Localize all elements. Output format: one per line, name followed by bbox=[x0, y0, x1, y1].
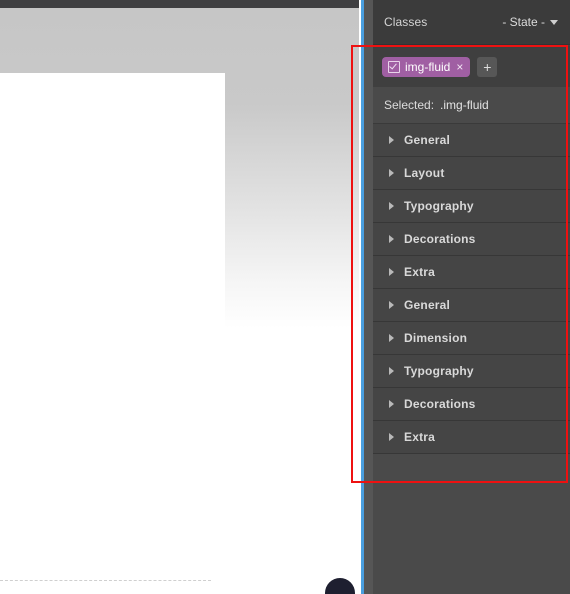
chevron-right-icon bbox=[389, 400, 394, 408]
state-select-label: - State - bbox=[502, 15, 545, 29]
app-root: Classes - State - img-fluid × + Selected… bbox=[0, 0, 570, 594]
chevron-right-icon bbox=[389, 169, 394, 177]
style-section-general[interactable]: General bbox=[373, 124, 570, 157]
chevron-right-icon bbox=[389, 202, 394, 210]
panel-scrollbar-track[interactable] bbox=[364, 0, 373, 594]
style-manager-panel: Classes - State - img-fluid × + Selected… bbox=[373, 0, 570, 594]
chevron-right-icon bbox=[389, 367, 394, 375]
class-chip-img-fluid[interactable]: img-fluid × bbox=[382, 56, 471, 77]
chevron-right-icon bbox=[389, 268, 394, 276]
page-title: Classes bbox=[384, 15, 428, 29]
selected-label: Selected: bbox=[384, 98, 435, 112]
style-section-label: Typography bbox=[404, 364, 474, 378]
style-section-label: Extra bbox=[404, 430, 436, 444]
style-section-label: Typography bbox=[404, 199, 474, 213]
canvas-dashed-divider bbox=[0, 580, 211, 581]
state-select[interactable]: - State - bbox=[498, 13, 560, 31]
add-class-button[interactable]: + bbox=[477, 56, 498, 77]
style-section-label: Dimension bbox=[404, 331, 468, 345]
chevron-right-icon bbox=[389, 235, 394, 243]
style-section-label: Decorations bbox=[404, 397, 476, 411]
style-section-decorations[interactable]: Decorations bbox=[373, 388, 570, 421]
style-section-general[interactable]: General bbox=[373, 289, 570, 322]
close-icon[interactable]: × bbox=[456, 61, 463, 73]
style-sections-list: General Layout Typography Decorations Extra G… bbox=[373, 124, 570, 454]
style-section-layout[interactable]: Layout bbox=[373, 157, 570, 190]
style-section-typography[interactable]: Typography bbox=[373, 355, 570, 388]
style-section-label: General bbox=[404, 298, 451, 312]
checkbox-checked-icon[interactable] bbox=[388, 60, 400, 73]
style-section-dimension[interactable]: Dimension bbox=[373, 322, 570, 355]
panel-empty-area bbox=[373, 454, 570, 594]
canvas-top-bar bbox=[0, 0, 359, 8]
style-section-label: Layout bbox=[404, 166, 445, 180]
chevron-right-icon bbox=[389, 433, 394, 441]
panel-header: Classes - State - bbox=[373, 0, 570, 45]
style-section-label: Decorations bbox=[404, 232, 476, 246]
style-section-typography[interactable]: Typography bbox=[373, 190, 570, 223]
selected-value: .img-fluid bbox=[440, 98, 489, 112]
page-preview-canvas[interactable] bbox=[0, 0, 359, 594]
chevron-right-icon bbox=[389, 301, 394, 309]
chevron-down-icon bbox=[550, 19, 558, 25]
canvas-white-card bbox=[0, 73, 225, 585]
class-chips-row: img-fluid × + bbox=[373, 46, 570, 87]
chevron-right-icon bbox=[389, 136, 394, 144]
style-section-label: Extra bbox=[404, 265, 436, 279]
selected-class-row: Selected: .img-fluid bbox=[373, 87, 570, 124]
chat-bubble-icon[interactable] bbox=[325, 578, 355, 594]
style-section-extra[interactable]: Extra bbox=[373, 256, 570, 289]
style-section-extra[interactable]: Extra bbox=[373, 421, 570, 454]
class-chip-label: img-fluid bbox=[405, 59, 451, 74]
chevron-right-icon bbox=[389, 334, 394, 342]
style-section-label: General bbox=[404, 133, 451, 147]
style-section-decorations[interactable]: Decorations bbox=[373, 223, 570, 256]
